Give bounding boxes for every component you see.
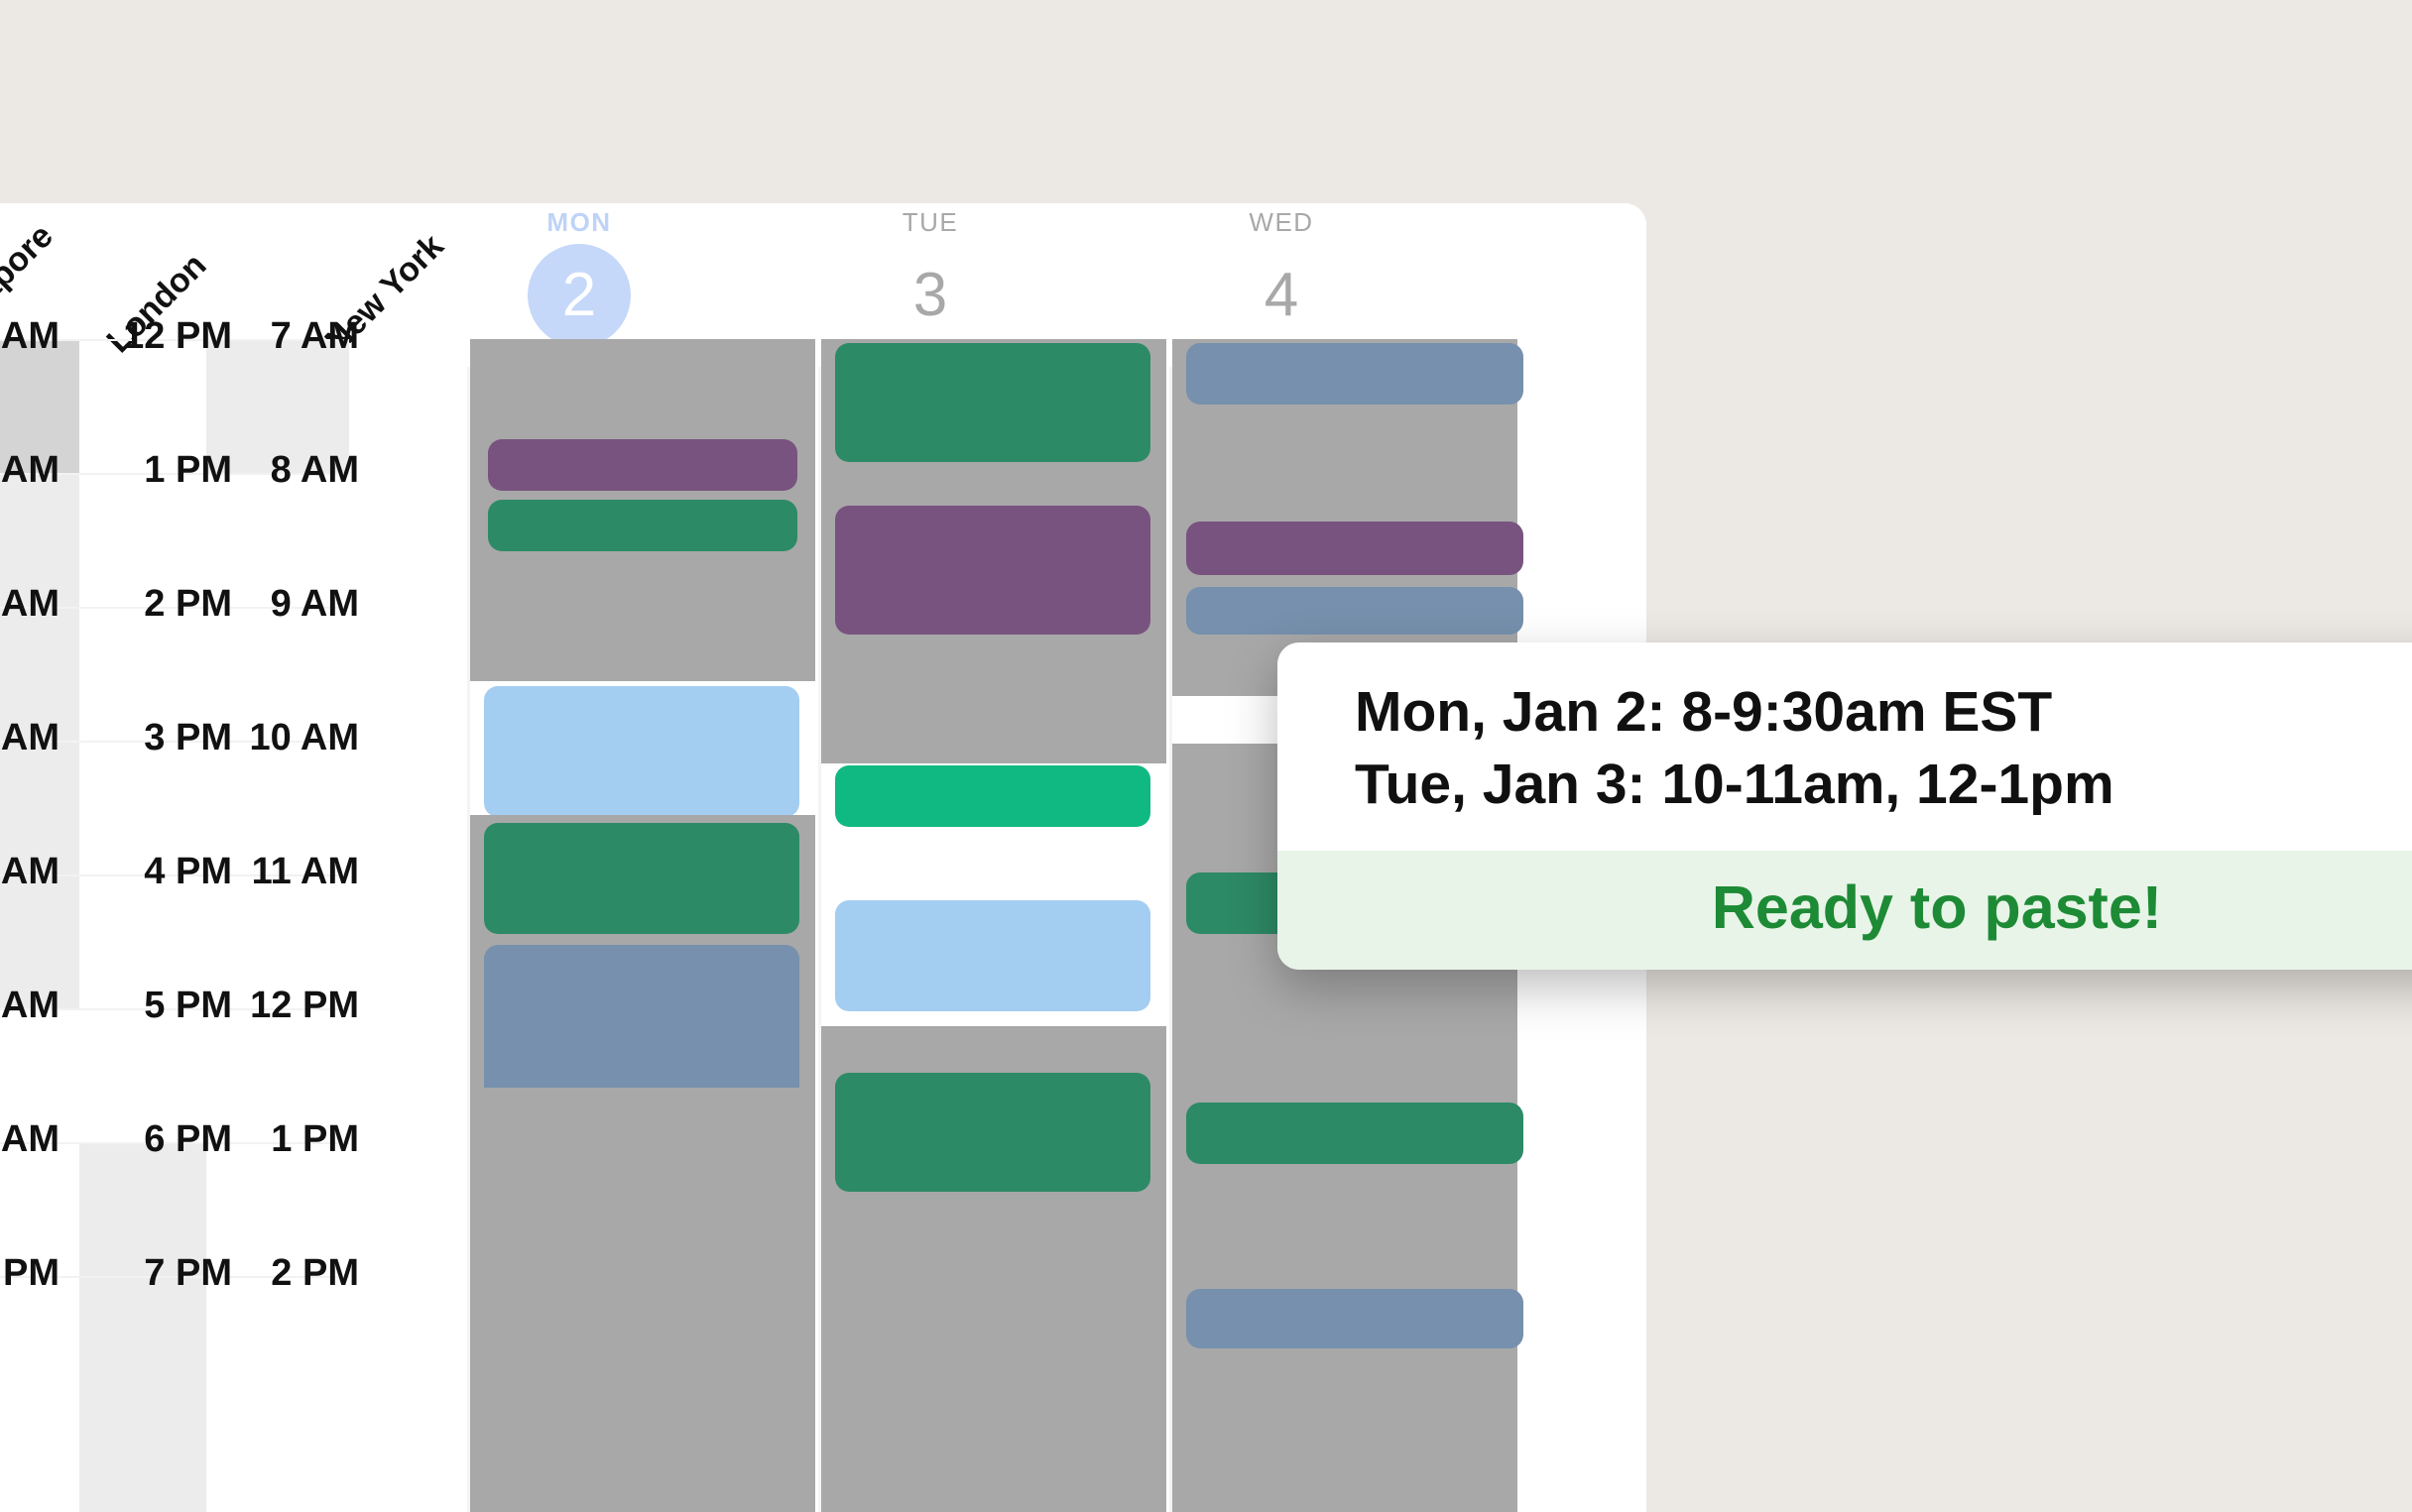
- day-header-tue-number: 3: [912, 261, 948, 329]
- popup-status-text: Ready to paste!: [1711, 872, 2163, 941]
- event-chip-wed-purple[interactable]: [1186, 522, 1523, 575]
- event-chip-tue-green[interactable]: [835, 343, 1150, 462]
- event-chip-mon-lightblue[interactable]: [484, 686, 799, 817]
- time-label-singapore: AM: [0, 315, 60, 357]
- busy-block-mon-3[interactable]: [470, 1088, 815, 1512]
- popup-line-2: Tue, Jan 3: 10-11am, 12-1pm: [1355, 752, 2114, 816]
- event-chip-mon-purple[interactable]: [488, 439, 797, 491]
- day-header-wed-number: 4: [1264, 261, 1299, 329]
- day-header-wed-dow: WED: [1249, 207, 1314, 237]
- event-chip-mon-green-3[interactable]: [484, 823, 799, 934]
- day-header-mon[interactable]: MON 2: [466, 207, 692, 347]
- event-chip-mon-green[interactable]: [488, 500, 797, 551]
- event-chip-wed-slate[interactable]: [1186, 343, 1523, 405]
- clipboard-popup[interactable]: Mon, Jan 2: 8-9:30am EST Tue, Jan 3: 10-…: [1277, 642, 2412, 970]
- popup-line-1: Mon, Jan 2: 8-9:30am EST: [1355, 680, 2053, 744]
- event-chip-wed-slate-3[interactable]: [1186, 1289, 1523, 1348]
- time-label-london: 12 PM: [123, 315, 232, 357]
- event-chip-tue-lightblue[interactable]: [835, 900, 1150, 1011]
- event-chip-tue-purple[interactable]: [835, 506, 1150, 635]
- time-label-newyork: 7 AM: [270, 315, 359, 357]
- event-chip-wed-green-2[interactable]: [1186, 1103, 1523, 1164]
- day-header-tue[interactable]: TUE 3: [817, 207, 1043, 347]
- day-header-tue-dow: TUE: [902, 207, 959, 237]
- day-header-mon-number: 2: [528, 244, 631, 347]
- event-chip-tue-green-bright[interactable]: [835, 765, 1150, 827]
- popup-status-bar: Ready to paste!: [1277, 850, 2412, 970]
- day-header-mon-dow: MON: [546, 207, 612, 237]
- day-header-wed[interactable]: WED 4: [1168, 207, 1394, 347]
- event-chip-wed-slate-2[interactable]: [1186, 587, 1523, 635]
- event-chip-tue-green-2[interactable]: [835, 1073, 1150, 1192]
- popup-body: Mon, Jan 2: 8-9:30am EST Tue, Jan 3: 10-…: [1277, 642, 2412, 851]
